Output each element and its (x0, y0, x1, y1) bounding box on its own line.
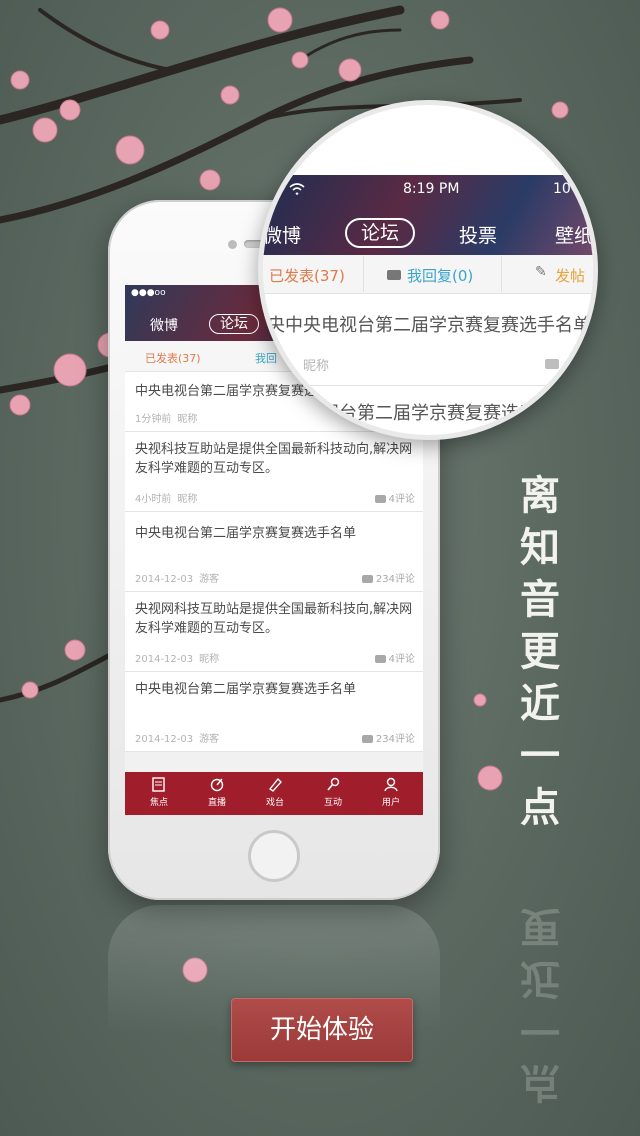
tab-weibo[interactable]: 微博 (150, 315, 178, 335)
post-time: 2014-12-03 (135, 734, 194, 745)
slogan-char: 点 (520, 784, 560, 831)
comment-icon (374, 495, 386, 503)
post-meta: 2014-12-03 游客 (135, 730, 219, 745)
user-icon (384, 777, 398, 792)
tab-wallpaper-zoom[interactable]: 壁纸 (555, 221, 593, 248)
tab-weibo-zoom[interactable]: 微博 (263, 221, 301, 248)
list-item[interactable]: 央视科技互助站是提供全国最新科技动向,解决网友科学难题的互动专区。 4小时前 昵称… (125, 432, 423, 512)
slogan-char-reflection: 更 (520, 903, 560, 950)
slogan-char: 知 (520, 524, 560, 571)
tab-focus[interactable]: 焦点 (130, 772, 188, 815)
home-button (248, 830, 300, 882)
subtab-replies-zoom[interactable]: 我回复(0) (407, 265, 473, 286)
divider (263, 385, 593, 386)
slogan-char: 音 (520, 576, 560, 623)
slogan-char: 近 (520, 680, 560, 727)
comment-icon (545, 359, 559, 369)
magnifier-content: 8:19 PM 10 微博 论坛 投票 壁纸 已发表(37) 我回复(0) ✎ … (263, 105, 593, 435)
comment-icon (361, 735, 373, 743)
comment-count: 4评论 (374, 490, 415, 505)
post-author: 游客 (199, 734, 220, 745)
post-meta: 2014-12-03 昵称 (135, 650, 219, 665)
comment-icon (361, 575, 373, 583)
broadcast-icon (210, 778, 224, 792)
comment-count-text: 234评论 (375, 734, 415, 745)
list-item[interactable]: 中央电视台第二届学京赛复赛选手名单 2014-12-03 游客 234评论 (125, 672, 423, 752)
slogan-char-reflection: 近 (520, 955, 560, 1002)
slogan-char-reflection: 点 (520, 1059, 560, 1106)
magnifier-subtabs: 已发表(37) 我回复(0) ✎ 发帖 (263, 255, 593, 294)
news-icon (152, 777, 165, 792)
post-title: 中央电视台第二届学京赛复赛选手名单 (135, 526, 357, 541)
divider (501, 256, 502, 292)
post-meta: 4小时前 昵称 (135, 490, 197, 505)
tab-vote-zoom[interactable]: 投票 (459, 221, 497, 248)
post-author: 昵称 (177, 494, 198, 505)
comment-count: 234评论 (361, 730, 415, 745)
tab-stage-label: 戏台 (265, 798, 284, 808)
tab-interact[interactable]: 互动 (304, 772, 362, 815)
comment-icon (374, 655, 386, 663)
tab-interact-label: 互动 (323, 798, 342, 808)
magnifier-zoom: 8:19 PM 10 微博 论坛 投票 壁纸 已发表(37) 我回复(0) ✎ … (258, 100, 598, 440)
tab-forum[interactable]: 论坛 (209, 314, 259, 334)
comment-count-text: 4评论 (388, 654, 415, 665)
comment-icon (387, 270, 401, 280)
post-author: 昵称 (199, 654, 220, 665)
comment-count: 234评论 (361, 570, 415, 585)
start-experience-button[interactable]: 开始体验 (231, 998, 413, 1062)
post-title-zoom-2: 中央电视台第二届学京赛复赛选手名单 (267, 403, 573, 424)
post-title: 央视网科技互助站是提供全国最新科技向,解决网友科学难题的互动专区。 (135, 602, 413, 636)
post-time: 2014-12-03 (135, 654, 194, 665)
comment-count: 4评论 (374, 650, 415, 665)
calligraphy-slogan: 离 知 音 更 近 一 点 (510, 470, 570, 834)
post-meta: 2014-12-03 游客 (135, 570, 219, 585)
microphone-icon (327, 777, 340, 791)
status-time: 8:19 PM (403, 181, 460, 197)
pencil-icon: ✎ (535, 264, 547, 280)
slogan-char: 一 (520, 732, 560, 779)
list-item[interactable]: 中央电视台第二届学京赛复赛选手名单 2014-12-03 游客 234评论 (125, 512, 423, 592)
post-time: 2014-12-03 (135, 574, 194, 585)
tab-focus-label: 焦点 (149, 798, 168, 808)
tab-user[interactable]: 用户 (362, 772, 420, 815)
wifi-icon (289, 183, 305, 195)
subtab-published[interactable]: 已发表(37) (145, 350, 201, 366)
tab-live-label: 直播 (207, 798, 226, 808)
subtab-post-zoom[interactable]: 发帖 (555, 265, 585, 286)
post-author: 游客 (199, 574, 220, 585)
list-item[interactable]: 央视网科技互助站是提供全国最新科技向,解决网友科学难题的互动专区。 2014-1… (125, 592, 423, 672)
ticket-icon (268, 777, 282, 792)
slogan-char-reflection: 一 (520, 1007, 560, 1054)
divider (363, 256, 364, 292)
tab-stage[interactable]: 戏台 (246, 772, 304, 815)
post-meta: 1分钟前 昵称 (135, 410, 197, 425)
tab-user-label: 用户 (381, 798, 400, 808)
post-author: 昵称 (177, 414, 198, 425)
status-battery: 10 (553, 181, 571, 197)
comment-count-text: 4评论 (388, 494, 415, 505)
post-time: 4小时前 (135, 494, 172, 505)
slogan-char: 更 (520, 628, 560, 675)
slogan-char: 离 (520, 472, 560, 519)
calligraphy-reflection: 点 一 近 更 (510, 900, 570, 1108)
post-author-zoom: 昵称 (303, 359, 330, 374)
subtab-published-zoom[interactable]: 已发表(37) (269, 265, 345, 286)
comment-count-text: 234评论 (375, 574, 415, 585)
status-bar: ●●●oo (131, 288, 166, 298)
camera-icon (228, 240, 237, 249)
tab-live[interactable]: 直播 (188, 772, 246, 815)
post-title-zoom: 央中央电视台第二届学京赛复赛选手名单 (267, 315, 591, 336)
bottom-tab-bar: 焦点 直播 戏台 互动 用户 (125, 772, 423, 815)
post-time: 1分钟前 (135, 414, 172, 425)
post-title: 中央电视台第二届学京赛复赛选手名单 (135, 682, 357, 697)
tab-forum-zoom[interactable]: 论坛 (345, 218, 416, 248)
post-title: 央视科技互助站是提供全国最新科技动向,解决网友科学难题的互动专区。 (135, 442, 413, 476)
